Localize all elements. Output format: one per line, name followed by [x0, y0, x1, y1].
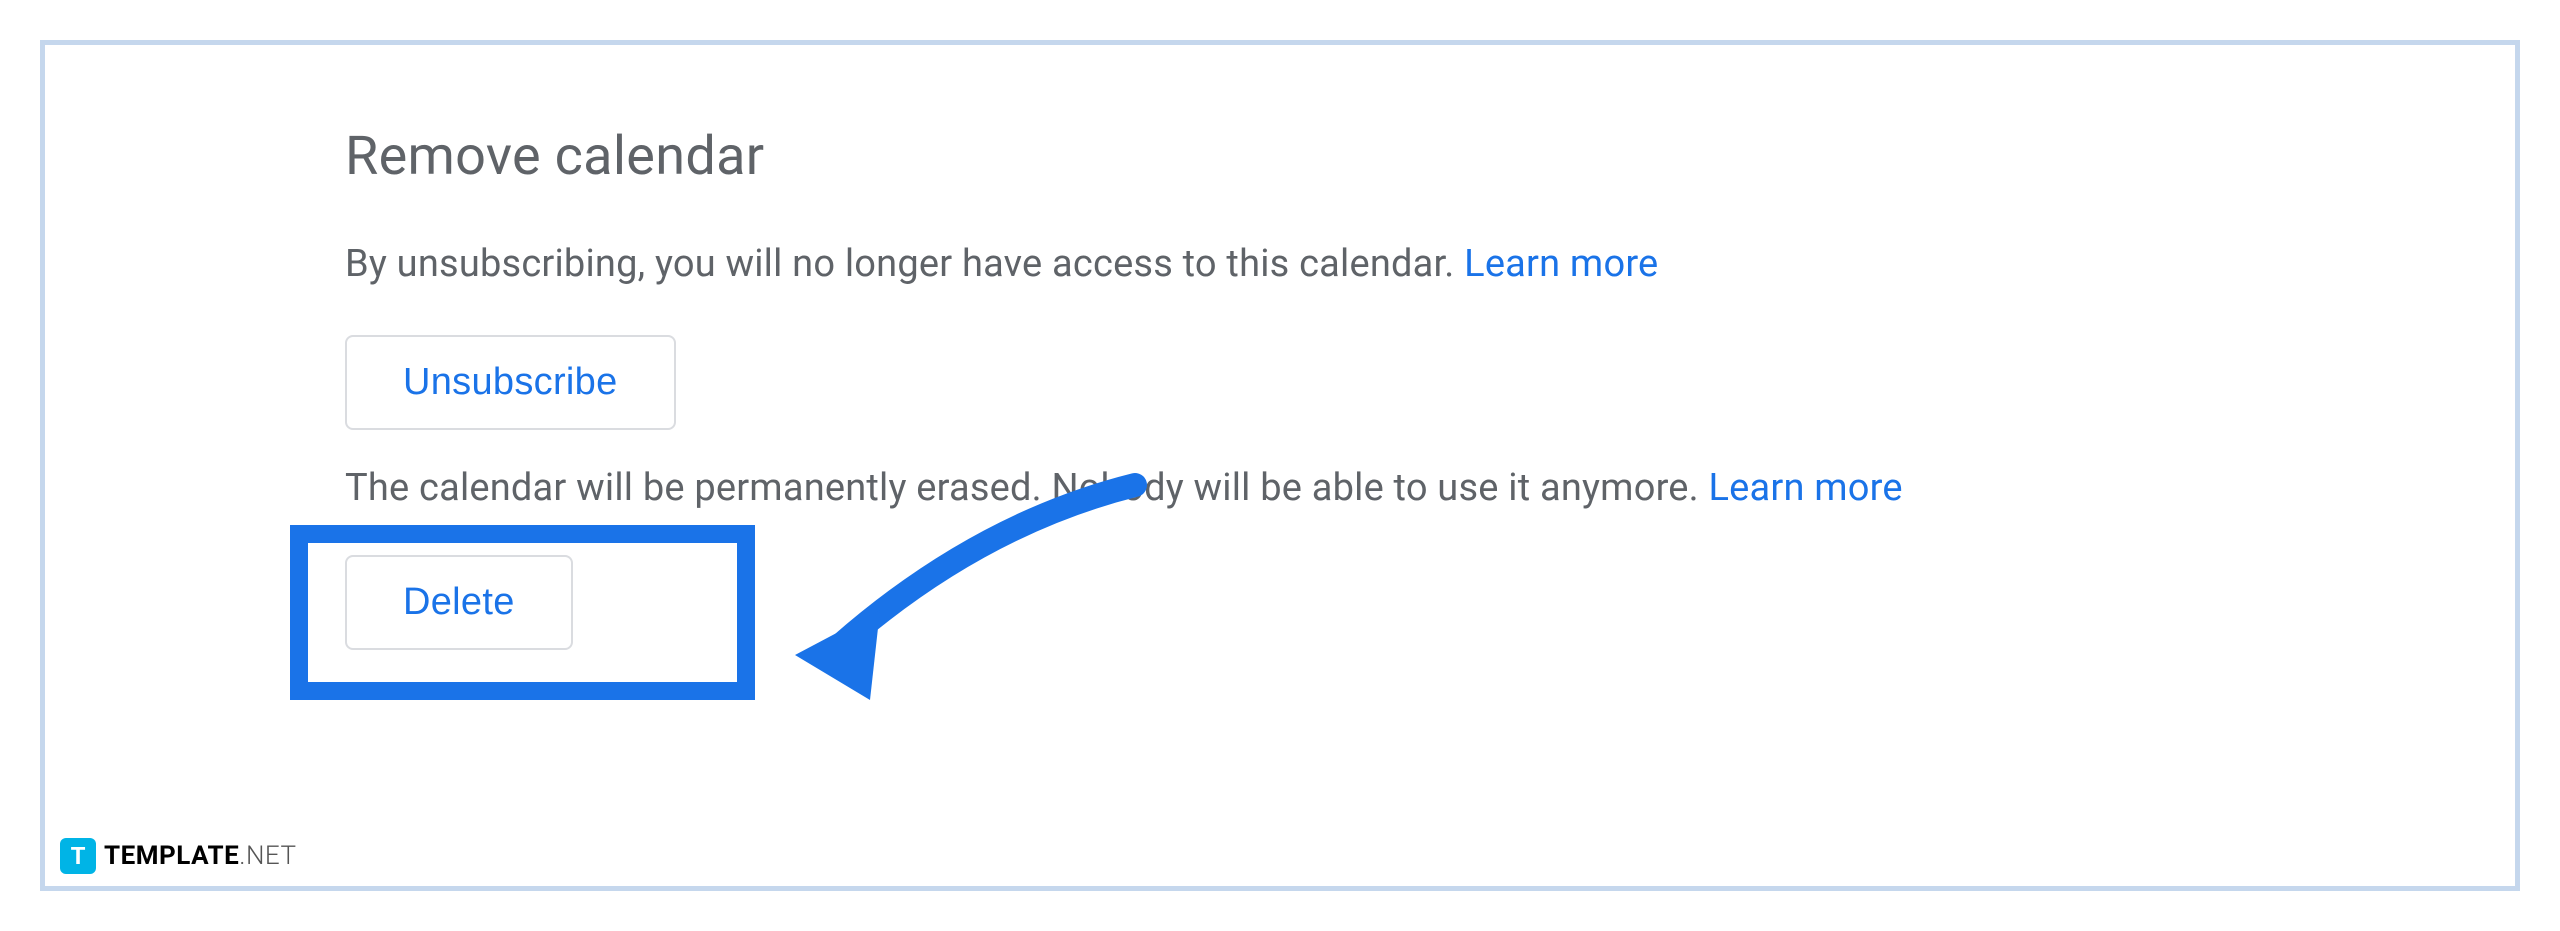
tutorial-frame: Remove calendar By unsubscribing, you wi…: [40, 40, 2520, 891]
delete-description: The calendar will be permanently erased.…: [345, 460, 2275, 517]
unsubscribe-description: By unsubscribing, you will no longer hav…: [345, 236, 2275, 293]
section-title: Remove calendar: [345, 125, 2275, 188]
delete-button[interactable]: Delete: [345, 555, 573, 650]
delete-text: The calendar will be permanently erased.…: [345, 466, 1709, 510]
learn-more-link-unsubscribe[interactable]: Learn more: [1464, 242, 1658, 286]
watermark-bold: TEMPLATE: [104, 841, 239, 871]
watermark-text: TEMPLATE.NET: [104, 841, 296, 871]
watermark: T TEMPLATE.NET: [60, 838, 296, 874]
watermark-logo-icon: T: [60, 838, 96, 874]
unsubscribe-button[interactable]: Unsubscribe: [345, 335, 676, 430]
learn-more-link-delete[interactable]: Learn more: [1709, 466, 1903, 510]
unsubscribe-text: By unsubscribing, you will no longer hav…: [345, 242, 1464, 286]
content-area: Remove calendar By unsubscribing, you wi…: [85, 85, 2475, 690]
delete-highlight-wrapper: Delete: [305, 555, 573, 650]
watermark-light: .NET: [239, 841, 296, 871]
